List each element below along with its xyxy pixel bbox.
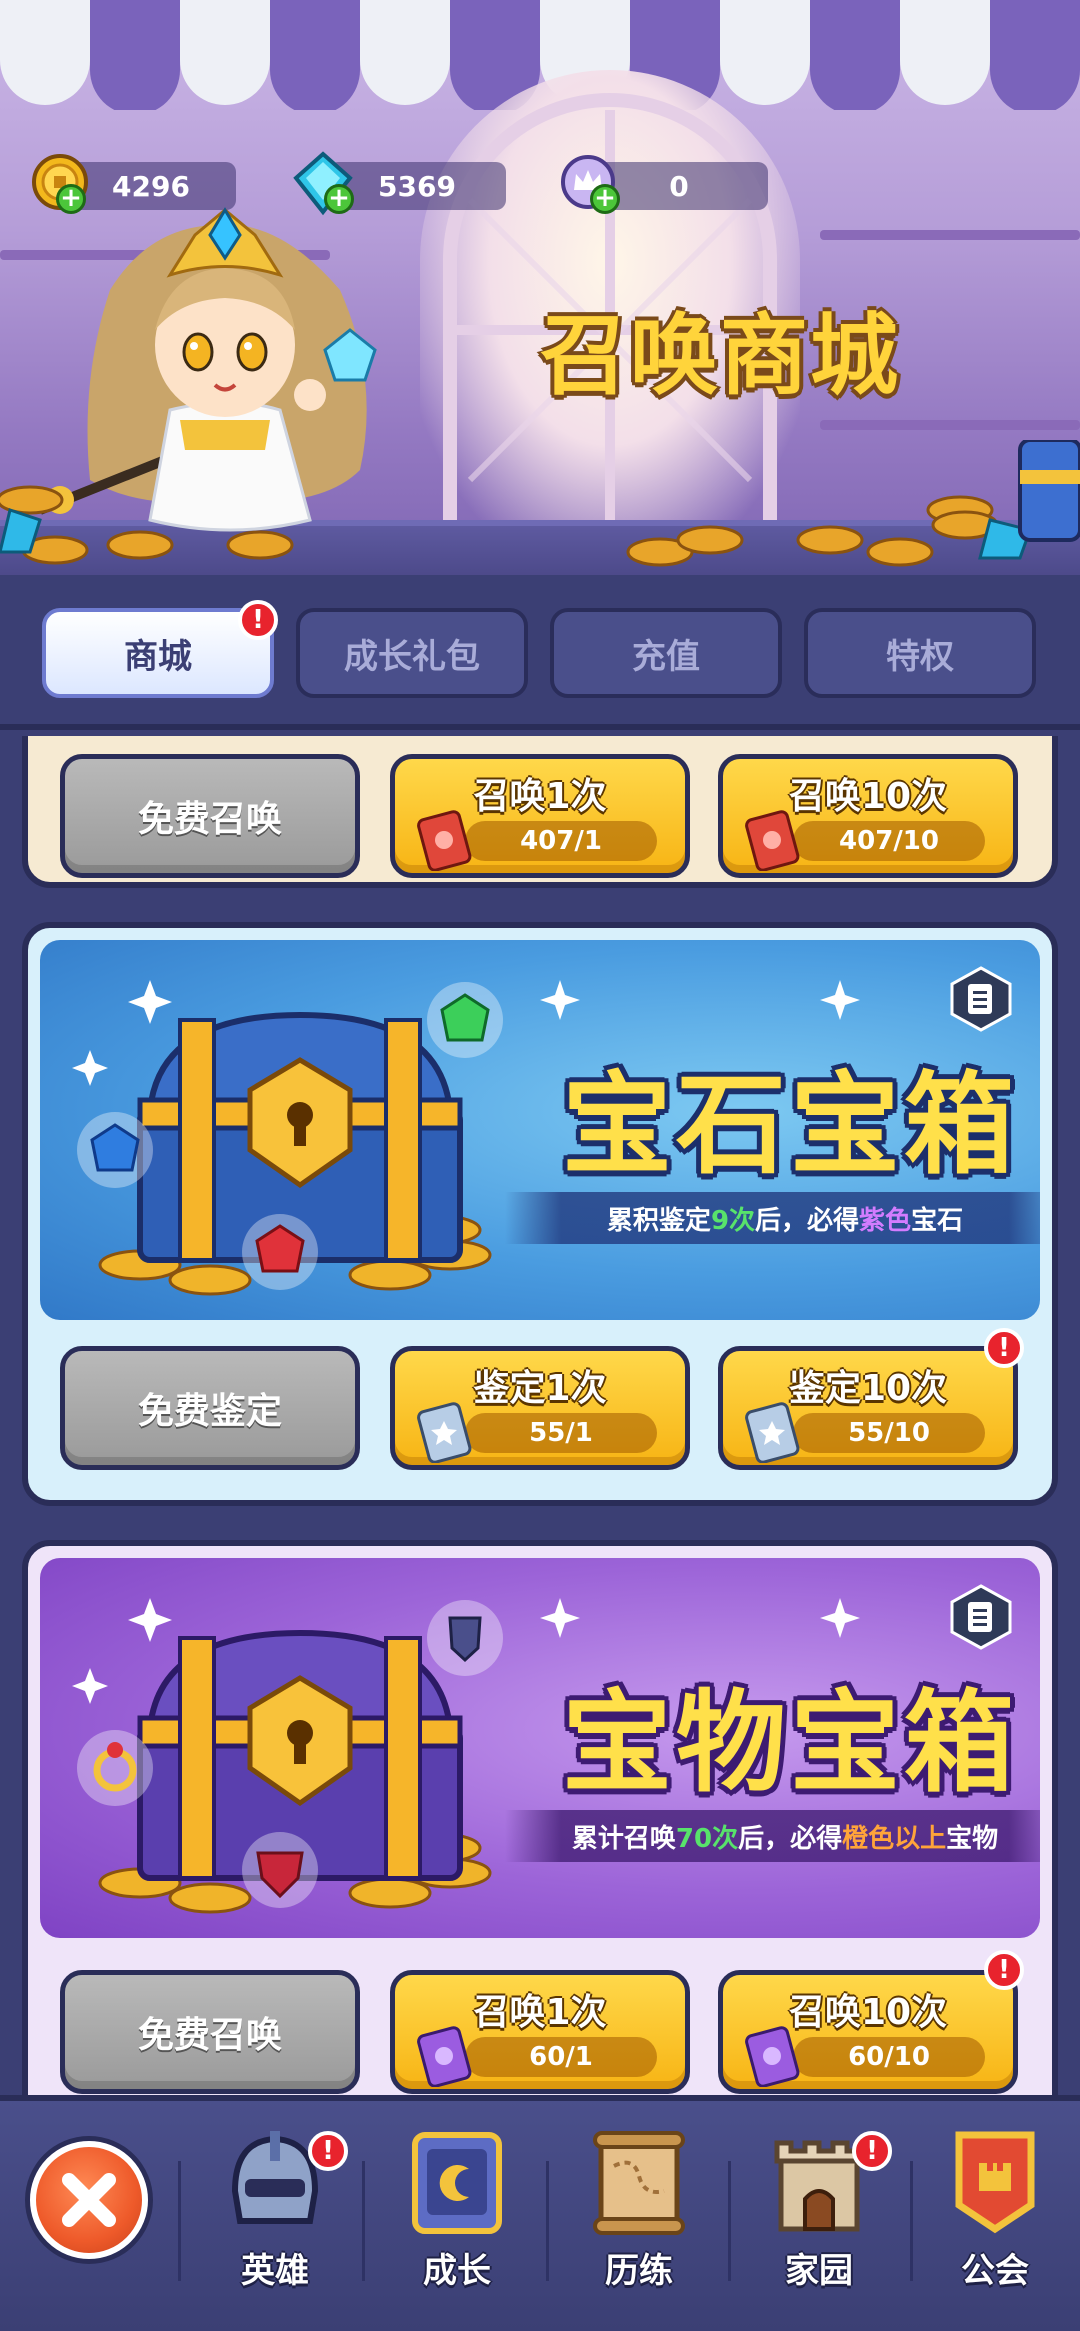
nav-hero-alert-badge: ! [308,2131,348,2171]
treasure-summon-10-count: 60/10 [793,2037,985,2077]
appraise-10-button[interactable]: 鉴定10次 55/10 [718,1346,1018,1470]
hint-count: 70次 [675,1823,739,1854]
growth-scroll-icon [412,2132,502,2234]
summon-1-count: 407/1 [465,821,657,861]
treasure-chest-illustration [72,1598,503,1914]
gem-chest-illustration [72,980,503,1296]
nav-item-growth[interactable]: 成长 [372,2121,542,2321]
nav-item-home-label: 家园 [785,2251,853,2291]
hint-rarity: 橙色以上 [842,1823,947,1854]
tab-recharge[interactable]: 充值 [550,608,782,698]
hint-count: 9次 [710,1205,756,1236]
guild-banner-icon [955,2131,1035,2234]
free-summon-label: 免费召唤 [137,799,282,840]
sparkle-icon [540,980,580,1020]
shop-banner: 4296 + 5369 + 0 + 召唤商城 [0,0,1080,575]
tab-privilege-label: 特权 [886,636,954,677]
nav-item-growth-label: 成长 [423,2251,491,2291]
sparkle-icon [820,980,860,1020]
tab-recharge-label: 充值 [632,636,700,677]
hint-text: 后，必得 [738,1823,843,1854]
gem-chest-banner: 宝石宝箱 累积鉴定 9次 后，必得 紫色 宝石 [40,940,1040,1320]
sparkle-icon [820,1598,860,1638]
hint-text: 宝石 [911,1205,964,1236]
purple-summon-ticket-icon [417,2026,472,2087]
red-summon-ticket-icon [417,810,472,871]
gem-chest-card: 宝石宝箱 累积鉴定 9次 后，必得 紫色 宝石 免费鉴定 鉴定1次 55/1 鉴… [22,922,1058,1506]
treasure-summon-1-button[interactable]: 召唤1次 60/1 [390,1970,690,2094]
tab-growth-pack[interactable]: 成长礼包 [296,608,528,698]
tab-shop-alert-badge: ! [238,600,278,640]
shelf-right-lower [820,420,1080,430]
free-treasure-summon-button[interactable]: 免费召唤 [60,1970,360,2094]
gem-chest-guarantee-hint: 累积鉴定 9次 后，必得 紫色 宝石 [505,1192,1040,1244]
map-scroll-icon [593,2131,685,2235]
hero-summon-card: 免费召唤 召唤1次 407/1 召唤10次 407/10 [22,736,1058,888]
free-treasure-summon-label: 免费召唤 [137,2015,282,2056]
free-appraise-button[interactable]: 免费鉴定 [60,1346,360,1470]
gem-chest-title: 宝石宝箱 [562,1061,1018,1189]
nav-item-guild[interactable]: 公会 [910,2121,1080,2321]
tab-privilege[interactable]: 特权 [804,608,1036,698]
hint-text: 后，必得 [755,1205,860,1236]
treasure-chest-card: 宝物宝箱 累计召唤 70次 后，必得 橙色以上 宝物 免费召唤 召唤1次 60/1 [22,1540,1058,2096]
bottom-navigation: 英雄 ! 成长 历练 家园 ! 公会 [0,2095,1080,2331]
treasure-chest-banner: 宝物宝箱 累计召唤 70次 后，必得 橙色以上 宝物 [40,1558,1040,1938]
nav-item-training-label: 历练 [605,2251,673,2291]
appraise-10-alert-badge: ! [984,1328,1024,1368]
red-summon-ticket-icon [745,810,800,871]
hint-rarity: 紫色 [859,1205,912,1236]
hero-summon-buttons: 免费召唤 召唤1次 407/1 召唤10次 407/10 [28,754,1052,882]
shop-tab-bar: 商城 ! 成长礼包 充值 特权 [0,580,1080,730]
free-appraise-label: 免费鉴定 [137,1391,282,1432]
treasure-chest-title: 宝物宝箱 [562,1679,1018,1807]
shelf-right [820,230,1080,240]
sparkle-icon [540,1598,580,1638]
close-shop-button[interactable] [30,2141,148,2259]
free-summon-button[interactable]: 免费召唤 [60,754,360,878]
drop-rates-info-icon[interactable] [948,966,1014,1032]
nav-item-hero-label: 英雄 [241,2251,309,2291]
hint-text: 宝物 [946,1823,999,1854]
treasure-chest-buttons: 免费召唤 召唤1次 60/1 召唤10次 60/10 [28,1970,1052,2096]
summon-10-button[interactable]: 召唤10次 407/10 [718,754,1018,878]
drop-rates-info-icon[interactable] [948,1584,1014,1650]
nav-divider [362,2161,365,2281]
purple-summon-ticket-icon [745,2026,800,2087]
treasure-summon-1-count: 60/1 [465,2037,657,2077]
nav-item-training[interactable]: 历练 [554,2121,724,2321]
nav-divider [546,2161,549,2281]
tab-shop-label: 商城 [124,636,192,677]
tab-growth-pack-label: 成长礼包 [344,636,480,677]
appraise-1-button[interactable]: 鉴定1次 55/1 [390,1346,690,1470]
gem-chest-buttons: 免费鉴定 鉴定1次 55/1 鉴定10次 55/10 [28,1346,1052,1476]
nav-item-guild-label: 公会 [961,2251,1029,2291]
summon-10-count: 407/10 [793,821,985,861]
silver-appraise-ticket-icon [417,1402,472,1463]
summon-1-button[interactable]: 召唤1次 407/1 [390,754,690,878]
close-icon [62,2173,116,2227]
treasure-chest-guarantee-hint: 累计召唤 70次 后，必得 橙色以上 宝物 [505,1810,1040,1862]
add-token-icon[interactable]: + [590,184,620,214]
appraise-1-count: 55/1 [465,1413,657,1453]
page-title: 召唤商城 [539,304,900,407]
silver-appraise-ticket-icon [745,1402,800,1463]
nav-divider [728,2161,731,2281]
treasure-summon-10-button[interactable]: 召唤10次 60/10 [718,1970,1018,2094]
treasure-summon-10-alert-badge: ! [984,1950,1024,1990]
coins-pile-decoration [0,440,1080,567]
appraise-10-count: 55/10 [793,1413,985,1453]
nav-home-alert-badge: ! [852,2131,892,2171]
nav-divider [178,2161,181,2281]
shop-scroll-area[interactable]: 免费召唤 召唤1次 407/1 召唤10次 407/10 宝石宝箱 累积鉴定 9… [0,736,1080,2096]
hint-text: 累计召唤 [571,1823,676,1854]
hint-text: 累积鉴定 [606,1205,711,1236]
